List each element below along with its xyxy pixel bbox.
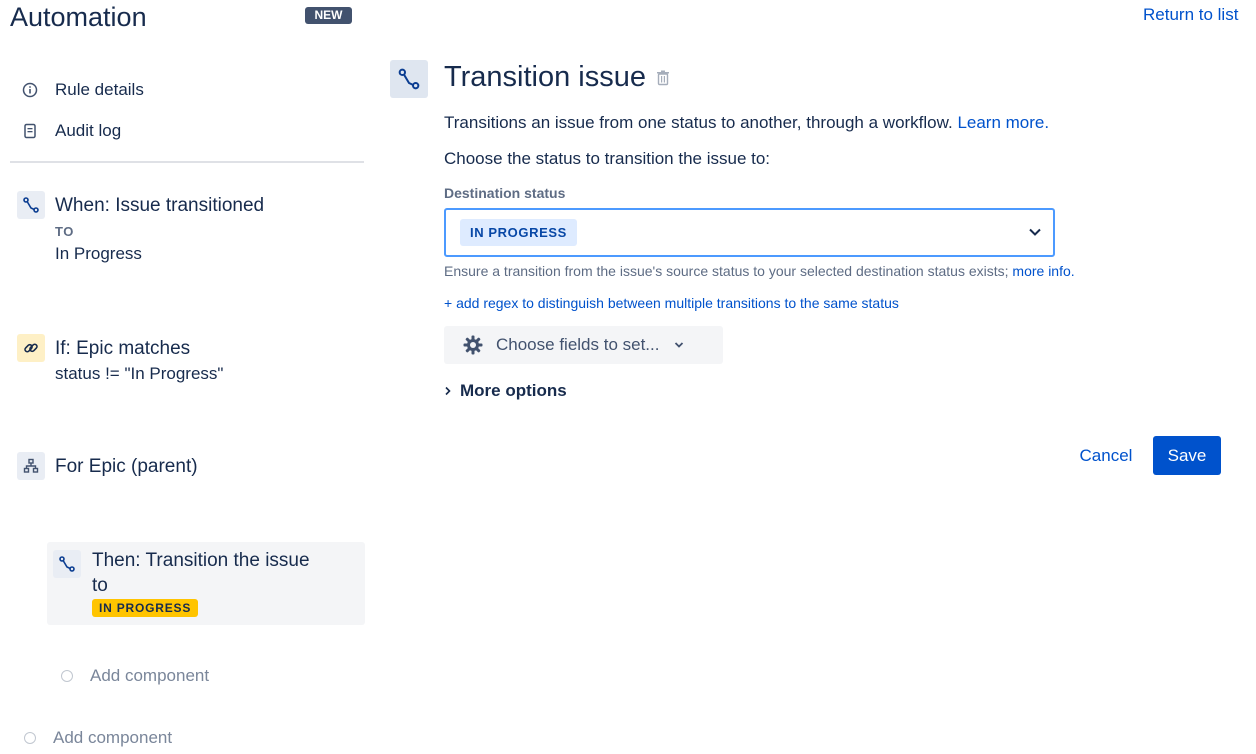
action-title-line1: Then: Transition the issue (92, 550, 310, 571)
trigger-value: In Progress (55, 244, 142, 263)
chevron-down-icon (1029, 228, 1041, 236)
trigger-to-label: TO (55, 224, 74, 239)
nav-rule-details-label: Rule details (55, 80, 144, 99)
app-title: Automation (10, 2, 147, 32)
trigger-component[interactable]: When: Issue transitioned TO In Progress (55, 194, 264, 265)
transition-icon (17, 191, 45, 219)
transition-icon (390, 60, 428, 98)
action-title-line2: to (92, 575, 108, 596)
add-circle-icon (61, 670, 73, 682)
save-button[interactable]: Save (1153, 436, 1221, 475)
description-text: Transitions an issue from one status to … (444, 113, 953, 132)
nav-audit-log[interactable]: Audit log (22, 120, 121, 142)
nav-audit-log-label: Audit log (55, 121, 122, 140)
new-badge: NEW (305, 7, 352, 24)
hint-text: Ensure a transition from the issue's sou… (444, 263, 1009, 279)
more-options-label: More options (460, 381, 567, 400)
cancel-button[interactable]: Cancel (1068, 437, 1144, 475)
destination-status-label: Destination status (444, 185, 566, 201)
chevron-right-icon (445, 386, 451, 396)
nav-rule-details[interactable]: Rule details (22, 79, 144, 101)
link-icon (17, 334, 45, 362)
gear-icon (463, 335, 483, 355)
action-status-lozenge: IN PROGRESS (92, 599, 199, 617)
add-component-label: Add component (53, 728, 173, 747)
add-component-nested[interactable]: Add component (61, 666, 209, 686)
sidebar-divider (10, 161, 364, 163)
condition-value: status != "In Progress" (55, 364, 224, 383)
destination-status-select[interactable]: IN PROGRESS (444, 208, 1055, 257)
more-options-toggle[interactable]: More options (444, 381, 567, 401)
branch-component[interactable]: For Epic (parent) (55, 455, 198, 479)
document-icon (24, 123, 36, 139)
trigger-title: When: Issue transitioned (55, 195, 265, 216)
chevron-down-icon (675, 342, 684, 348)
transition-icon (53, 550, 81, 578)
more-info-link[interactable]: more info. (1012, 263, 1074, 279)
choose-fields-button[interactable]: Choose fields to set... (444, 326, 723, 364)
return-to-list-link[interactable]: Return to list (1143, 4, 1238, 26)
condition-component[interactable]: If: Epic matches status != "In Progress" (55, 337, 223, 385)
learn-more-link[interactable]: Learn more. (957, 113, 1049, 132)
add-component[interactable]: Add component (24, 728, 172, 748)
add-component-nested-label: Add component (90, 666, 210, 685)
hierarchy-icon (17, 452, 45, 480)
choose-status-label: Choose the status to transition the issu… (444, 149, 771, 168)
destination-hint: Ensure a transition from the issue's sou… (444, 262, 1075, 280)
destination-status-value: IN PROGRESS (460, 219, 577, 246)
trash-icon[interactable] (656, 70, 670, 91)
info-icon (22, 82, 38, 98)
add-circle-icon (24, 732, 36, 744)
choose-fields-label: Choose fields to set... (496, 335, 660, 354)
action-component[interactable]: Then: Transition the issue to IN PROGRES… (47, 542, 365, 625)
condition-title: If: Epic matches (55, 338, 191, 359)
page-title: Transition issue (444, 61, 647, 93)
add-regex-link[interactable]: + add regex to distinguish between multi… (444, 294, 899, 312)
description: Transitions an issue from one status to … (444, 112, 1049, 134)
